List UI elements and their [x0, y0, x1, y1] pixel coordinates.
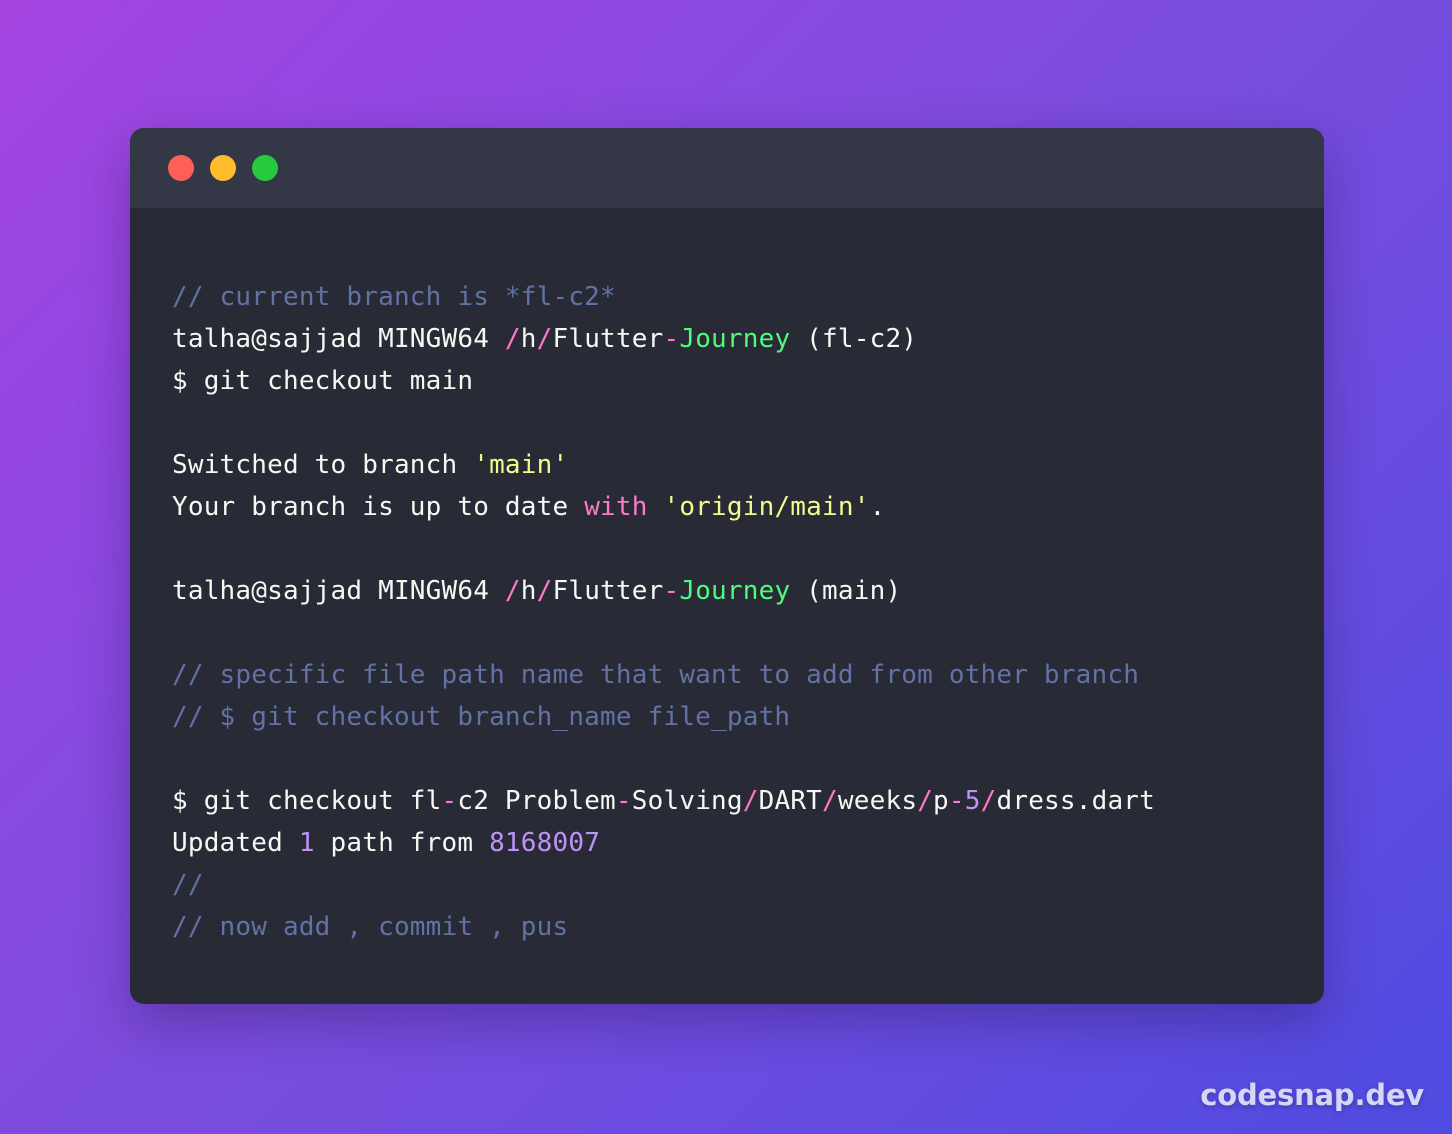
terminal-titlebar[interactable] — [130, 128, 1324, 208]
token-text: $ git checkout main — [172, 366, 474, 396]
token-purple: 8168007 — [489, 828, 601, 858]
token-comment: // now add , commit , pus — [172, 912, 569, 942]
token-text: talha@sajjad MINGW64 — [172, 324, 505, 354]
token-pink: / — [742, 786, 759, 816]
line-prompt-main: talha@sajjad MINGW64 /h/Flutter-Journey … — [172, 570, 1324, 612]
line-blank-2 — [172, 528, 1324, 570]
line-prompt-flc2: talha@sajjad MINGW64 /h/Flutter-Journey … — [172, 318, 1324, 360]
terminal-window: // current branch is *fl-c2* talha@sajjad… — [130, 128, 1324, 1004]
line-blank-3 — [172, 612, 1324, 654]
token-pink: / — [504, 324, 521, 354]
token-text: talha@sajjad MINGW64 — [172, 576, 505, 606]
token-text: . — [869, 492, 886, 522]
token-text: DART — [758, 786, 823, 816]
token-green: Journey — [679, 324, 791, 354]
codesnap-watermark: codesnap.dev — [1200, 1078, 1424, 1112]
line-comment-specific-file-path: // specific file path name that want to … — [172, 654, 1324, 696]
maximize-button-icon[interactable] — [252, 155, 278, 181]
line-cmd-checkout-main: $ git checkout main — [172, 360, 1324, 402]
token-text: c2 Problem — [457, 786, 616, 816]
line-comment-checkout-usage: // $ git checkout branch_name file_path — [172, 696, 1324, 738]
token-text: Solving — [631, 786, 743, 816]
token-purple: 1 — [298, 828, 315, 858]
token-pink: / — [980, 786, 997, 816]
token-text: (main) — [790, 576, 902, 606]
token-pink: / — [536, 324, 553, 354]
token-text: dress.dart — [996, 786, 1156, 816]
token-pink: - — [948, 786, 965, 816]
token-comment: // specific file path name that want to … — [172, 660, 1140, 690]
minimize-button-icon[interactable] — [210, 155, 236, 181]
screenshot-canvas: // current branch is *fl-c2* talha@sajjad… — [0, 0, 1452, 1134]
token-pink: / — [822, 786, 838, 816]
token-text: weeks — [837, 786, 918, 816]
token-text: Updated — [172, 828, 299, 858]
token-pink: / — [504, 576, 521, 606]
close-button-icon[interactable] — [168, 155, 194, 181]
line-comment-empty: // — [172, 864, 1324, 906]
token-yellow: 'origin/main' — [663, 492, 870, 522]
token-text: h — [520, 324, 537, 354]
line-blank-1 — [172, 402, 1324, 444]
token-comment: // — [172, 870, 204, 900]
token-pink: - — [663, 324, 680, 354]
token-pink: / — [917, 786, 934, 816]
token-text: h — [520, 576, 537, 606]
token-pink: - — [441, 786, 458, 816]
token-yellow: 'main' — [473, 450, 569, 480]
token-text: path from — [314, 828, 490, 858]
token-green: Journey — [679, 576, 791, 606]
token-pink: - — [615, 786, 632, 816]
token-text: Switched to branch — [172, 450, 474, 480]
line-switched-to-branch: Switched to branch 'main' — [172, 444, 1324, 486]
token-pink: with — [584, 492, 648, 522]
token-comment: // current branch is *fl-c2* — [172, 282, 616, 312]
token-purple: 5 — [964, 786, 981, 816]
token-text: (fl-c2) — [790, 324, 918, 354]
line-cmd-checkout-file: $ git checkout fl-c2 Problem-Solving/DAR… — [172, 780, 1324, 822]
line-comment-current-branch: // current branch is *fl-c2* — [172, 276, 1324, 318]
line-blank-4 — [172, 738, 1324, 780]
token-text: Flutter — [552, 576, 664, 606]
token-pink: - — [663, 576, 680, 606]
token-text: Flutter — [552, 324, 664, 354]
token-text: p — [933, 786, 949, 816]
token-text: Your branch is up to date — [172, 492, 585, 522]
line-updated-path: Updated 1 path from 8168007 — [172, 822, 1324, 864]
token-text: $ git checkout fl — [172, 786, 442, 816]
token-pink: / — [536, 576, 553, 606]
line-comment-now-add: // now add , commit , pus — [172, 906, 1324, 948]
terminal-output[interactable]: // current branch is *fl-c2* talha@sajjad… — [130, 208, 1324, 948]
line-up-to-date: Your branch is up to date with 'origin/m… — [172, 486, 1324, 528]
token-comment: // $ git checkout branch_name file_path — [172, 702, 791, 732]
